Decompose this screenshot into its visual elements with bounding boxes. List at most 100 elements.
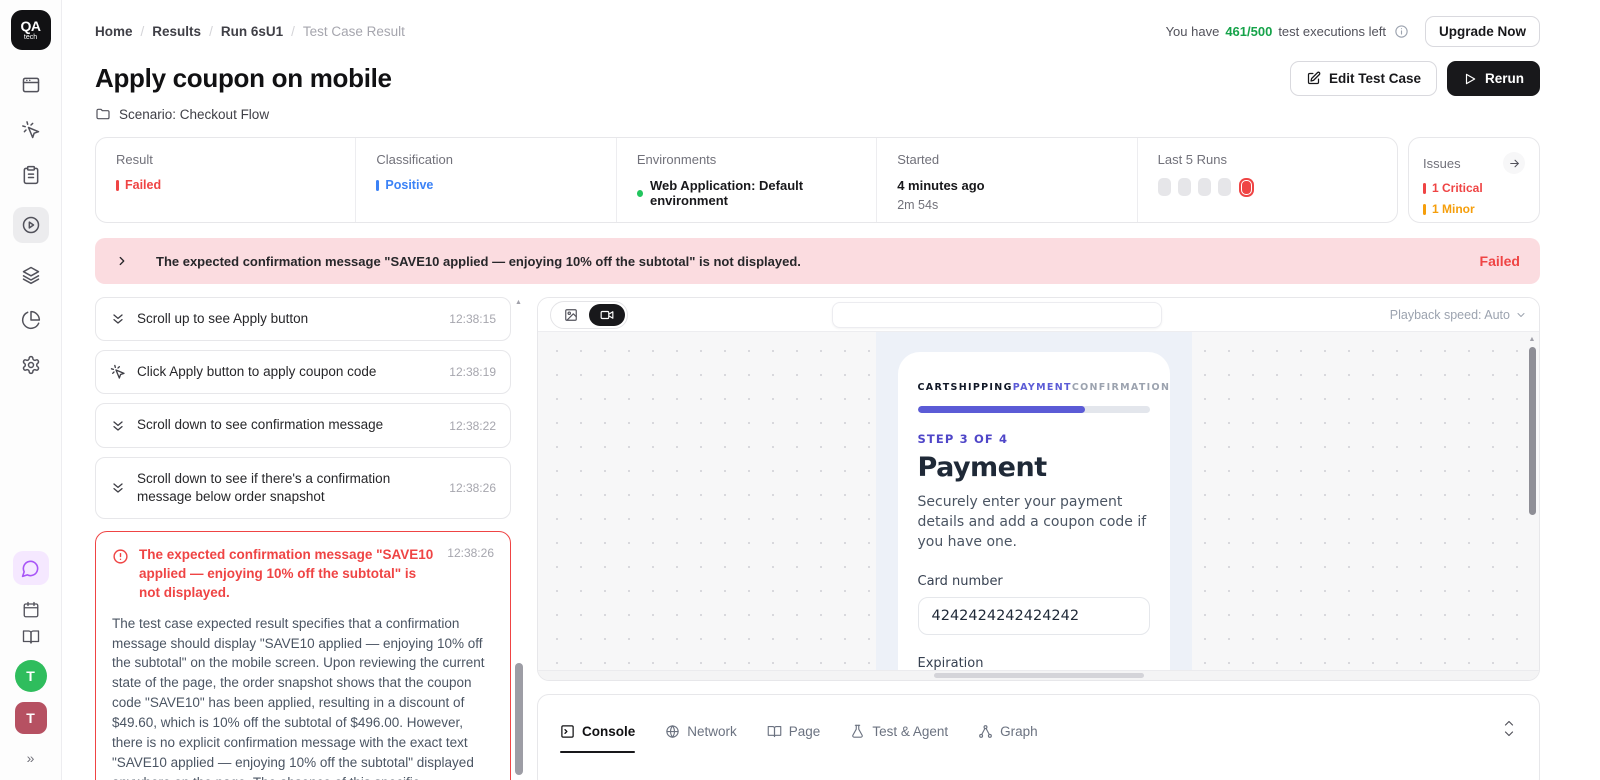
step-card[interactable]: Scroll down to see if there's a confirma…: [95, 457, 511, 519]
sidebar-item-settings[interactable]: [13, 352, 49, 378]
step-card[interactable]: Scroll up to see Apply button 12:38:15: [95, 297, 511, 341]
replay-canvas: CART SHIPPING PAYMENT CONFIRMATION STEP …: [538, 332, 1539, 680]
issues-arrow-button[interactable]: [1503, 152, 1525, 174]
issue-critical[interactable]: 1 Critical: [1423, 181, 1525, 195]
issues-card: Issues 1 Critical 1 Minor: [1408, 137, 1540, 223]
breadcrumb-home[interactable]: Home: [95, 24, 133, 39]
tab-console[interactable]: Console: [560, 724, 635, 739]
sidebar-item-browser[interactable]: [13, 72, 49, 98]
mobile-viewport: CART SHIPPING PAYMENT CONFIRMATION STEP …: [876, 332, 1192, 670]
scrollbar-thumb[interactable]: [515, 663, 523, 775]
sidebar-item-test-cases[interactable]: [13, 162, 49, 188]
video-camera-icon: [600, 308, 614, 322]
inspector-panel: Console Network Page: [537, 694, 1540, 780]
scrollbar-thumb[interactable]: [934, 673, 1144, 678]
quota-status: You have 461/500 test executions left Up…: [1166, 16, 1540, 47]
upgrade-now-button[interactable]: Upgrade Now: [1425, 16, 1540, 47]
started-section: Started 4 minutes ago 2m 54s: [876, 138, 1136, 222]
duration-value: 2m 54s: [897, 198, 1116, 212]
rerun-button[interactable]: Rerun: [1447, 61, 1540, 96]
expiration-label: Expiration: [918, 656, 1150, 671]
scrollbar-thumb[interactable]: [1529, 347, 1536, 515]
chat-button[interactable]: [13, 551, 49, 585]
screenshot-mode-button[interactable]: [553, 304, 589, 326]
run-pill[interactable]: [1198, 178, 1211, 196]
sidebar-item-reports[interactable]: [13, 307, 49, 333]
run-pill[interactable]: [1158, 178, 1171, 196]
clipboard-icon: [21, 165, 41, 185]
graph-icon: [978, 724, 993, 739]
folder-icon: [95, 106, 111, 122]
last-runs-section: Last 5 Runs: [1137, 138, 1397, 222]
flask-icon: [850, 724, 865, 739]
preview-horizontal-scrollbar[interactable]: [538, 670, 1539, 680]
preview-vertical-scrollbar[interactable]: ▲ ▼: [1527, 336, 1537, 666]
run-pill[interactable]: [1178, 178, 1191, 196]
phone-screen: CART SHIPPING PAYMENT CONFIRMATION STEP …: [898, 352, 1170, 680]
chevron-right-icon[interactable]: [115, 254, 129, 268]
summary-card: Result Failed Classification Positive En…: [95, 137, 1398, 223]
steps-panel: Scroll up to see Apply button 12:38:15 C…: [95, 297, 511, 780]
console-icon: [560, 724, 575, 739]
docs-button[interactable]: [22, 628, 40, 646]
page-title: Apply coupon on mobile: [95, 63, 392, 94]
card-number-input: 4242424242424242: [918, 597, 1150, 635]
team-avatar[interactable]: T: [15, 660, 47, 692]
book-open-icon: [767, 724, 782, 739]
breadcrumb-run[interactable]: Run 6sU1: [221, 24, 283, 39]
panel-resize-control[interactable]: [1503, 719, 1515, 738]
gear-icon: [21, 355, 41, 375]
result-value: Failed: [125, 178, 161, 192]
tab-graph[interactable]: Graph: [978, 724, 1038, 739]
steps-scrollbar[interactable]: ▲ ▼: [511, 297, 525, 780]
info-icon[interactable]: [1394, 24, 1409, 39]
scroll-icon: [110, 311, 126, 327]
chat-bubble-icon: [21, 559, 40, 578]
failure-banner[interactable]: The expected confirmation message "SAVE1…: [95, 238, 1540, 284]
step-card[interactable]: Scroll down to see confirmation message …: [95, 403, 511, 447]
calendar-button[interactable]: [22, 601, 40, 619]
breadcrumb: Home / Results / Run 6sU1 / Test Case Re…: [95, 24, 405, 39]
user-avatar[interactable]: T: [15, 702, 47, 734]
environment-value: Web Application: Default environment: [650, 178, 856, 208]
progress-bar-fill: [918, 406, 1085, 413]
issue-minor[interactable]: 1 Minor: [1423, 202, 1525, 216]
step-timestamp: 12:38:26: [449, 481, 496, 495]
breadcrumb-current: Test Case Result: [303, 24, 405, 39]
environment-dot: [637, 190, 643, 197]
tab-test-agent[interactable]: Test & Agent: [850, 724, 948, 739]
sidebar-item-actions[interactable]: [13, 117, 49, 143]
run-pill[interactable]: [1218, 178, 1231, 196]
qa-tech-logo[interactable]: QA tech: [11, 10, 51, 50]
tab-page[interactable]: Page: [767, 724, 821, 739]
main-content: Home / Results / Run 6sU1 / Test Case Re…: [62, 0, 1600, 780]
chevron-up-icon: [1503, 719, 1515, 727]
error-body: The test case expected result specifies …: [112, 614, 494, 780]
video-mode-button[interactable]: [589, 304, 625, 326]
tab-network[interactable]: Network: [665, 724, 737, 739]
sidebar-item-runs[interactable]: [13, 207, 49, 243]
classification-value: Positive: [385, 178, 433, 192]
run-pill-current[interactable]: [1241, 180, 1252, 195]
error-detail-card[interactable]: The expected confirmation message "SAVE1…: [95, 531, 511, 780]
playback-speed-dropdown[interactable]: Playback speed: Auto: [1390, 308, 1527, 322]
environments-section: Environments Web Application: Default en…: [616, 138, 876, 222]
scroll-icon: [110, 480, 126, 496]
sidebar-item-layers[interactable]: [13, 262, 49, 288]
browser-window-icon: [21, 75, 41, 95]
expand-sidebar-button[interactable]: »: [27, 750, 35, 766]
quota-count: 461/500: [1225, 24, 1272, 39]
error-title: The expected confirmation message "SAVE1…: [139, 546, 437, 603]
step-card[interactable]: Click Apply button to apply coupon code …: [95, 350, 511, 394]
book-icon: [22, 628, 40, 646]
breadcrumb-results[interactable]: Results: [152, 24, 201, 39]
step-counter: STEP 3 OF 4: [918, 432, 1150, 446]
failure-message: The expected confirmation message "SAVE1…: [156, 254, 801, 269]
click-icon: [110, 364, 126, 380]
play-circle-icon: [21, 215, 41, 235]
logo-text: QA: [21, 19, 41, 33]
timeline-search-input[interactable]: [832, 302, 1162, 328]
scrollbar-up-arrow[interactable]: ▲: [1527, 336, 1537, 343]
scrollbar-up-arrow[interactable]: ▲: [515, 299, 522, 306]
edit-test-case-button[interactable]: Edit Test Case: [1290, 61, 1437, 96]
